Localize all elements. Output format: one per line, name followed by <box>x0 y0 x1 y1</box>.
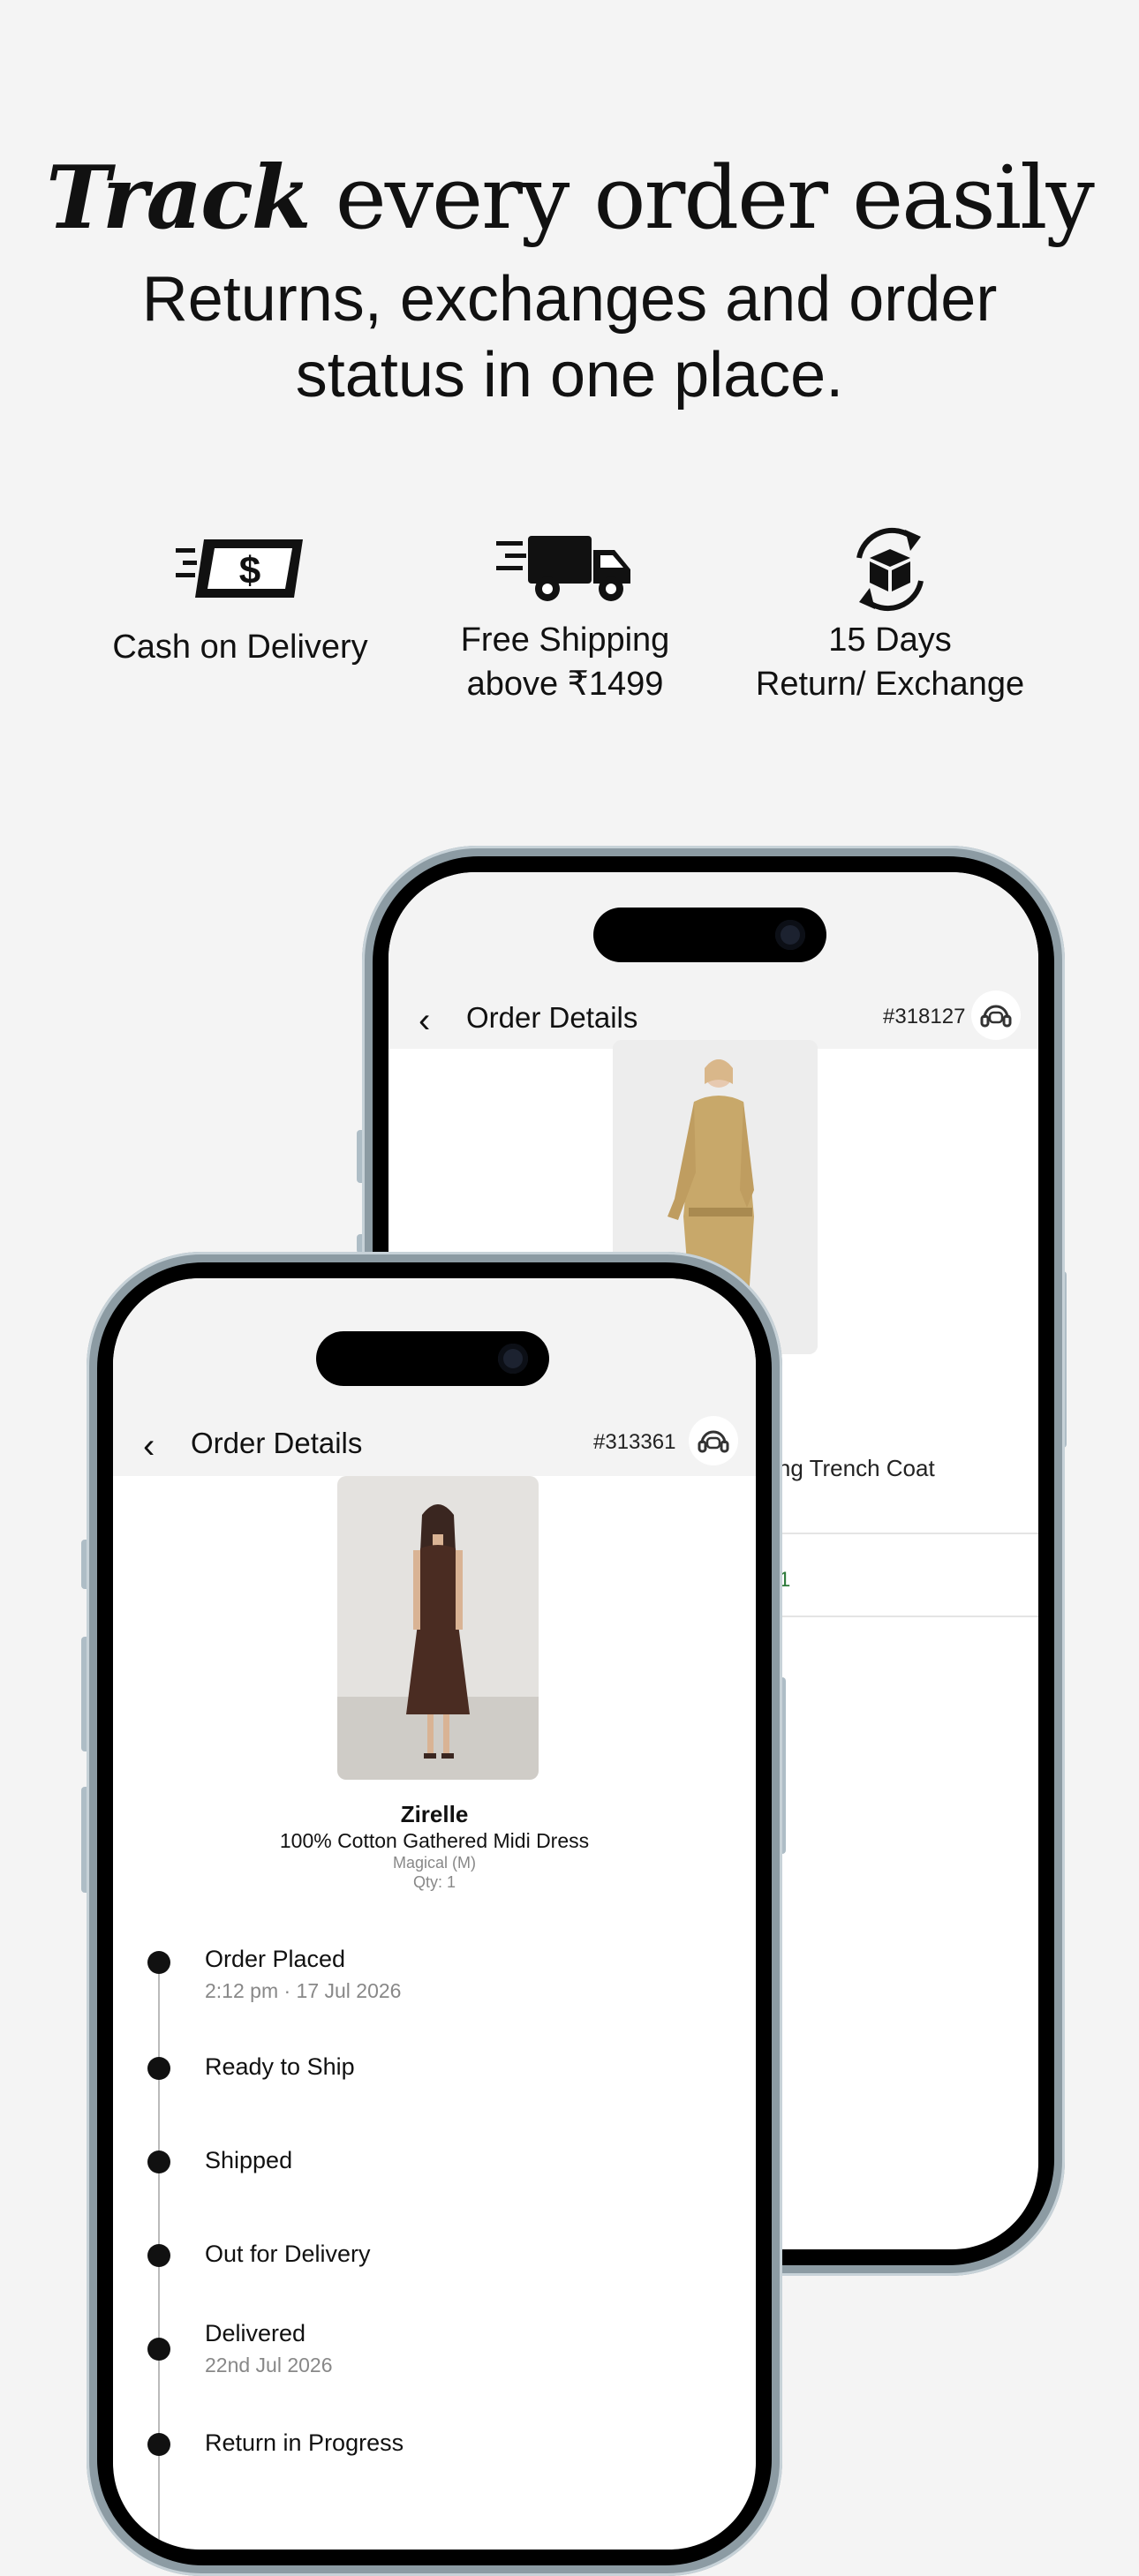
feature-label-line2: above ₹1499 <box>466 666 664 703</box>
camera-lens <box>498 1344 528 1374</box>
page-title: Order Details <box>191 1427 363 1459</box>
timeline-dot <box>147 2338 170 2361</box>
feature-label-line1: Free Shipping <box>460 621 670 659</box>
chevron-left-icon[interactable]: ‹ <box>143 1428 155 1464</box>
timeline-step-label: Ready to Ship <box>205 2053 355 2080</box>
timeline-dot <box>147 2433 170 2456</box>
product-qty: Qty: 1 <box>412 1873 456 1891</box>
headset-icon[interactable] <box>689 1416 738 1465</box>
timeline-dot <box>147 2057 170 2080</box>
product-variant: Magical (M) <box>392 1854 476 1872</box>
headline-emphasis: Track <box>46 147 311 249</box>
product-name: 100% Cotton Gathered Midi Dress <box>279 1829 590 1852</box>
timeline-dot <box>147 2150 170 2173</box>
feature-return-exchange: 15 Days Return/ Exchange <box>722 521 1058 706</box>
timeline-step-detail: 2:12 pm · 17 Jul 2026 <box>205 1979 402 2002</box>
timeline-step-label: Order Placed <box>205 1946 346 1972</box>
feature-label-line2: Return/ Exchange <box>755 666 1025 703</box>
return-exchange-icon <box>722 521 1058 618</box>
dynamic-island <box>593 908 826 962</box>
order-id: #313361 <box>593 1430 676 1454</box>
camera-lens <box>775 920 805 950</box>
feature-label: Cash on Delivery <box>112 629 368 666</box>
product-image <box>337 1476 539 1780</box>
headline: Track every order easily <box>0 146 1139 252</box>
feature-free-shipping: Free Shipping above ₹1499 <box>397 521 733 706</box>
svg-text:$: $ <box>239 549 260 592</box>
cash-icon: $ <box>72 521 408 618</box>
timeline-step-label: Out for Delivery <box>205 2241 371 2267</box>
dynamic-island <box>316 1331 549 1386</box>
front-phone-screen: ‹ Order Details #313361 Zirelle 100% Cot… <box>113 1278 756 2550</box>
headset-icon[interactable] <box>971 990 1021 1040</box>
product-brand: Zirelle <box>400 1801 469 1827</box>
feature-label-line1: 15 Days <box>828 621 952 659</box>
chevron-left-icon[interactable]: ‹ <box>419 1003 430 1038</box>
delivery-truck-icon <box>397 521 733 618</box>
subheadline: Returns, exchanges and order status in o… <box>141 264 998 411</box>
order-id: #318127 <box>883 1005 966 1028</box>
headline-rest: every order easily <box>309 148 1095 249</box>
timeline-dot <box>147 2244 170 2267</box>
feature-cash-on-delivery: $ Cash on Delivery <box>72 521 408 669</box>
timeline-dot <box>147 1951 170 1974</box>
timeline-step-detail: 22nd Jul 2026 <box>205 2354 333 2376</box>
page-title: Order Details <box>466 1001 638 1034</box>
timeline-step-label: Delivered <box>205 2320 306 2346</box>
front-phone-mockup: ‹ Order Details #313361 Zirelle 100% Cot… <box>87 1252 782 2576</box>
timeline-step-label: Return in Progress <box>205 2429 404 2456</box>
timeline-step-label: Shipped <box>205 2147 293 2173</box>
